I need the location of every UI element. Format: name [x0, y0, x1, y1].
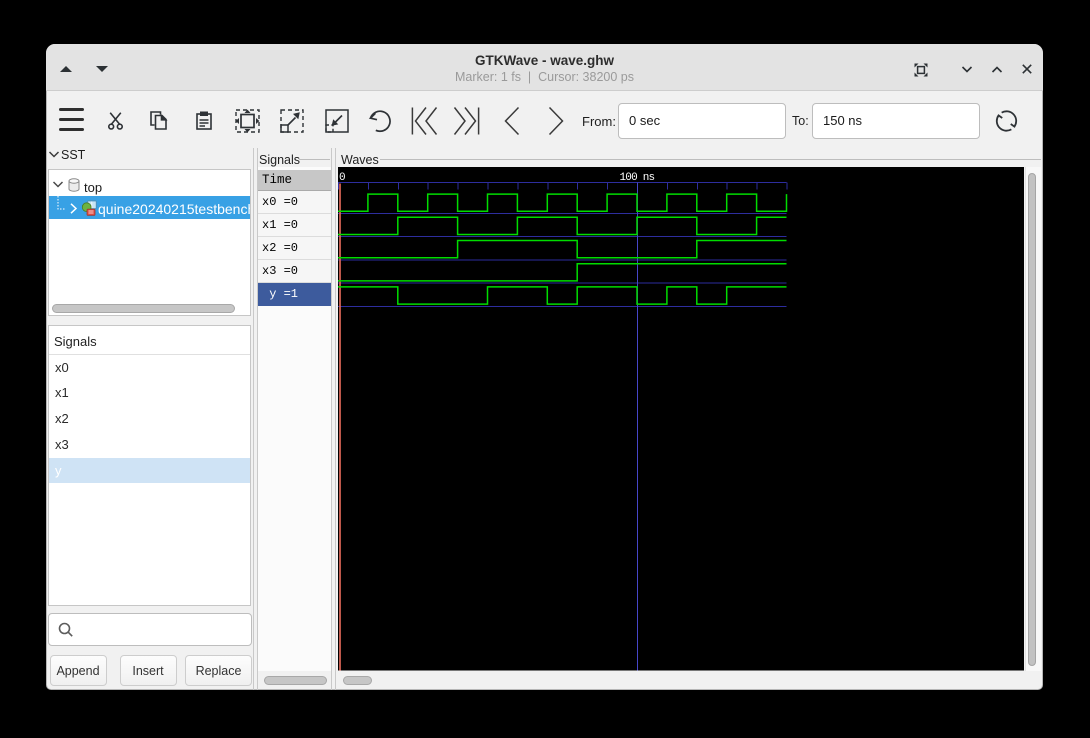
svg-text:100 ns: 100 ns [620, 172, 655, 184]
svg-text:0: 0 [339, 172, 346, 184]
